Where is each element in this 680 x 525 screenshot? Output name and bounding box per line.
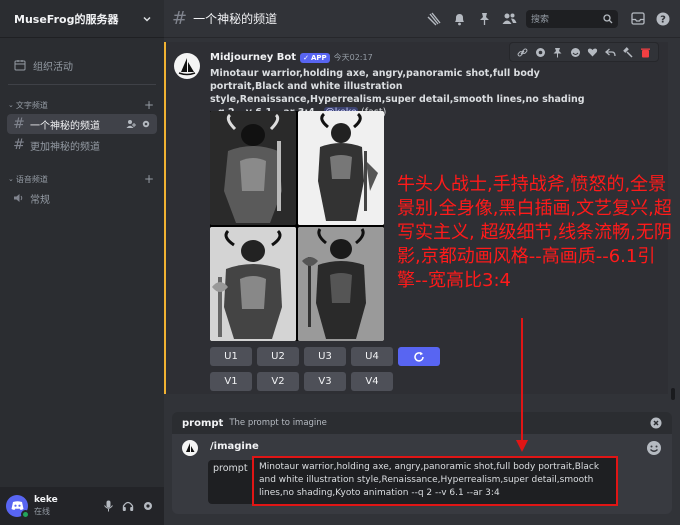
pin-icon[interactable] [473, 12, 495, 26]
generated-image-2[interactable] [298, 111, 384, 225]
voice-channel-general[interactable]: 常规 [7, 188, 157, 208]
message-area: Midjourney Bot ✓ APP 今天02:17 Minotaur wa… [164, 38, 680, 525]
text-category-label: 文字频道 [15, 100, 48, 110]
calendar-icon [14, 59, 26, 71]
add-reaction-icon[interactable] [570, 47, 581, 58]
prompt-input[interactable]: Minotaur warrior,holding axe, angry,pano… [252, 456, 618, 506]
slash-command-name: /imagine [210, 441, 259, 452]
hash-icon: # [172, 8, 188, 29]
voice-channel-label: 常规 [30, 194, 50, 206]
username: keke [34, 495, 58, 505]
message-actions-toolbar [509, 42, 659, 62]
command-option-hint: prompt The prompt to imagine [172, 412, 672, 434]
annotation-arrow [516, 318, 528, 452]
text-category-header[interactable]: ⌄ 文字频道 + [0, 97, 164, 113]
inbox-icon[interactable] [627, 12, 649, 25]
channel-item-more-mysterious[interactable]: # 更加神秘的频道 [7, 135, 157, 155]
add-member-icon[interactable] [126, 119, 136, 129]
online-status-dot [21, 510, 30, 519]
events-label: 组织活动 [33, 61, 73, 73]
generated-image-3[interactable] [210, 227, 296, 341]
close-icon[interactable] [650, 417, 662, 429]
annotation-text: 牛头人战士,手持战斧,愤怒的,全景景别,全身像,黑白插画,文艺复兴,超写实主义,… [397, 174, 672, 291]
verified-check-icon: ✓ [303, 53, 309, 62]
variation-button-row: V1 V2 V3 V4 [210, 372, 393, 391]
speaker-icon [13, 192, 25, 204]
generated-image-4[interactable] [298, 227, 384, 341]
upscale-button-2[interactable]: U2 [257, 347, 299, 366]
voice-category-header[interactable]: ⌄ 语音频道 + [0, 171, 164, 187]
settings-gear-icon[interactable] [138, 500, 158, 512]
search-input[interactable]: 搜索 [526, 9, 618, 28]
add-channel-icon[interactable]: + [144, 98, 154, 112]
reroll-button[interactable] [398, 347, 440, 366]
variation-button-1[interactable]: V1 [210, 372, 252, 391]
message-author[interactable]: Midjourney Bot [210, 52, 296, 63]
chevron-icon: ⌄ [8, 175, 14, 183]
bell-icon[interactable] [448, 12, 470, 26]
add-channel-icon[interactable]: + [144, 172, 154, 186]
threads-icon[interactable] [423, 12, 445, 26]
svg-text:?: ? [660, 14, 666, 25]
variation-button-4[interactable]: V4 [351, 372, 393, 391]
app-badge: ✓ APP [300, 52, 330, 63]
generated-image-1[interactable] [210, 111, 296, 225]
hint-option-name: prompt [182, 417, 224, 429]
search-icon [603, 13, 613, 24]
user-panel: keke 在线 [0, 487, 164, 525]
bot-avatar-small [182, 440, 198, 456]
chevron-icon: ⌄ [8, 101, 14, 109]
scrollbar[interactable] [671, 388, 675, 400]
channel-sidebar: MuseFrog的服务器 组织活动 ⌄ 文字频道 + # 一个神秘的频道 # 更加… [0, 0, 164, 525]
pin-icon[interactable] [552, 47, 563, 58]
channel-label: 更加神秘的频道 [30, 141, 100, 153]
events-item[interactable]: 组织活动 [0, 52, 164, 78]
avatar[interactable] [6, 495, 30, 519]
emoji-picker-icon[interactable] [646, 440, 662, 456]
message-timestamp: 今天02:17 [333, 53, 373, 62]
delete-icon[interactable] [640, 47, 651, 58]
channel-title: 一个神秘的频道 [193, 12, 278, 26]
user-status: 在线 [34, 507, 50, 516]
upscale-button-row: U1 U2 U3 U4 [210, 347, 440, 366]
server-name: MuseFrog的服务器 [14, 12, 119, 26]
microphone-icon[interactable] [98, 500, 118, 512]
server-header[interactable]: MuseFrog的服务器 [0, 0, 164, 38]
link-icon[interactable] [517, 47, 528, 58]
upscale-button-1[interactable]: U1 [210, 347, 252, 366]
hash-icon: # [13, 137, 25, 153]
app-badge-label: APP [310, 53, 327, 62]
variation-button-3[interactable]: V3 [304, 372, 346, 391]
upscale-button-3[interactable]: U3 [304, 347, 346, 366]
bot-avatar[interactable] [174, 53, 200, 79]
apps-icon[interactable] [535, 47, 546, 58]
search-placeholder: 搜索 [531, 15, 550, 25]
reply-icon[interactable] [604, 47, 616, 58]
refresh-icon [413, 351, 425, 363]
chevron-down-icon [142, 14, 152, 24]
hammer-icon[interactable] [622, 46, 633, 58]
heart-icon[interactable] [587, 47, 598, 58]
hint-option-description: The prompt to imagine [229, 418, 327, 428]
variation-button-2[interactable]: V2 [257, 372, 299, 391]
member-list-icon[interactable] [498, 12, 520, 25]
channel-header: # 一个神秘的频道 搜索 ? [164, 0, 680, 38]
hash-icon: # [13, 116, 25, 132]
image-grid[interactable] [210, 111, 384, 341]
gear-icon[interactable] [141, 119, 151, 129]
upscale-button-4[interactable]: U4 [351, 347, 393, 366]
headphones-icon[interactable] [118, 500, 138, 512]
channel-label: 一个神秘的频道 [30, 120, 100, 132]
help-icon[interactable]: ? [652, 12, 674, 26]
channel-item-mysterious[interactable]: # 一个神秘的频道 [7, 114, 157, 134]
message-composer: /imagine prompt Minotaur warrior,holding… [172, 434, 672, 514]
option-label: prompt [208, 460, 252, 504]
voice-category-label: 语音频道 [15, 174, 48, 184]
